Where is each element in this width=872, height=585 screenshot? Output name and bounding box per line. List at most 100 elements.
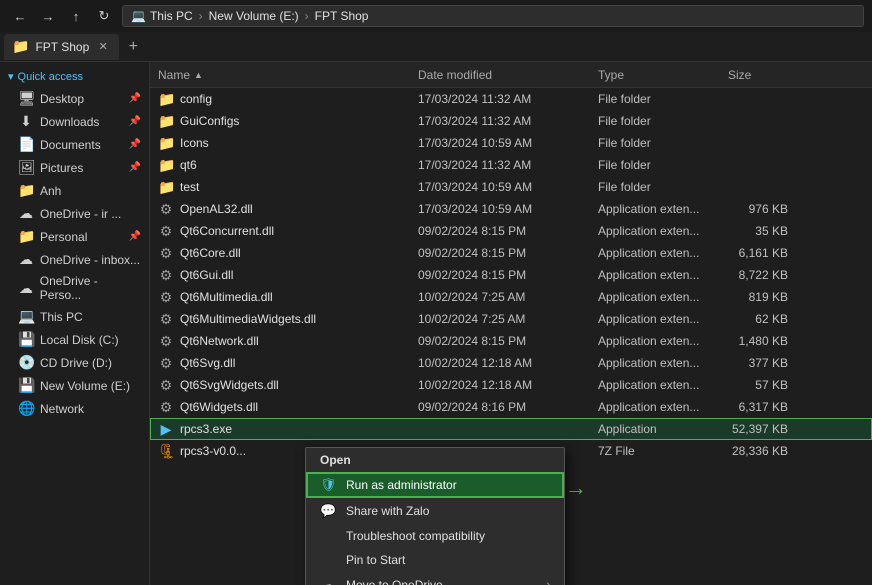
file-date: 17/03/2024 10:59 AM — [410, 180, 590, 194]
tab-bar: 📁 FPT Shop ✕ + — [0, 32, 872, 62]
pin-icon-per: 📌 — [129, 231, 141, 242]
up-button[interactable]: ↑ — [64, 4, 88, 28]
context-menu: Open 🛡 Run as administrator 💬 Share with… — [305, 447, 565, 585]
col-header-date[interactable]: Date modified — [410, 68, 590, 82]
sidebar-quickaccess[interactable]: ▾ Quick access — [0, 66, 149, 87]
new-tab-button[interactable]: + — [121, 35, 145, 59]
file-size: 6,317 KB — [720, 400, 800, 414]
sidebar-item-network[interactable]: 🌐 Network — [0, 397, 149, 420]
sidebar: ▾ Quick access 🖥 Desktop 📌 ⬇ Downloads 📌… — [0, 62, 150, 585]
table-row[interactable]: ⚙Qt6Concurrent.dll 09/02/2024 8:15 PM Ap… — [150, 220, 872, 242]
ctx-open-item[interactable]: Open — [306, 448, 564, 472]
tab-close-button[interactable]: ✕ — [95, 39, 111, 55]
file-date: 09/02/2024 8:16 PM — [410, 400, 590, 414]
thispc-icon: 💻 — [18, 308, 34, 325]
sidebar-item-personal[interactable]: 📁 Personal 📌 — [0, 225, 149, 248]
ctx-run-admin-item[interactable]: 🛡 Run as administrator — [306, 472, 564, 498]
file-date: 09/02/2024 8:15 PM — [410, 334, 590, 348]
table-row[interactable]: 📁GuiConfigs 17/03/2024 11:32 AM File fol… — [150, 110, 872, 132]
dll-icon: ⚙ — [158, 245, 174, 262]
ddrive-icon: 💿 — [18, 354, 34, 371]
col-date-label: Date modified — [418, 68, 492, 82]
sidebar-item-downloads[interactable]: ⬇ Downloads 📌 — [0, 110, 149, 133]
back-button[interactable]: ← — [8, 4, 32, 28]
sidebar-onedrive3-label: OneDrive - Perso... — [40, 274, 141, 302]
desktop-icon: 🖥 — [18, 90, 34, 107]
file-name: config — [180, 92, 212, 106]
file-size: 28,336 KB — [720, 444, 800, 458]
table-row[interactable]: ⚙Qt6MultimediaWidgets.dll 10/02/2024 7:2… — [150, 308, 872, 330]
address-sep-1: › — [199, 9, 203, 23]
sidebar-item-pictures[interactable]: 🖼 Pictures 📌 — [0, 156, 149, 179]
sidebar-item-onedrive3[interactable]: ☁ OneDrive - Perso... — [0, 271, 149, 305]
ctx-share-zalo-item[interactable]: 💬 Share with Zalo — [306, 498, 564, 524]
table-row[interactable]: 📁qt6 17/03/2024 11:32 AM File folder — [150, 154, 872, 176]
file-date: 17/03/2024 10:59 AM — [410, 136, 590, 150]
sidebar-item-documents[interactable]: 📄 Documents 📌 — [0, 133, 149, 156]
folder-icon: 📁 — [158, 135, 174, 152]
table-row[interactable]: ⚙Qt6Core.dll 09/02/2024 8:15 PM Applicat… — [150, 242, 872, 264]
pin-icon-dl: 📌 — [129, 116, 141, 127]
ctx-onedrive-item[interactable]: ☁ Move to OneDrive › — [306, 572, 564, 585]
ctx-share-label: Share with Zalo — [346, 504, 429, 518]
tab-fpt-shop[interactable]: 📁 FPT Shop ✕ — [4, 34, 119, 60]
sidebar-item-onedrive2[interactable]: ☁ OneDrive - inbox... — [0, 248, 149, 271]
sidebar-onedrive1-label: OneDrive - ir ... — [40, 207, 121, 221]
address-part-3: FPT Shop — [315, 9, 369, 23]
sidebar-item-edrive[interactable]: 💾 New Volume (E:) — [0, 374, 149, 397]
file-name: Qt6Network.dll — [180, 334, 259, 348]
table-row[interactable]: ⚙Qt6SvgWidgets.dll 10/02/2024 12:18 AM A… — [150, 374, 872, 396]
table-row[interactable]: ⚙OpenAL32.dll 17/03/2024 10:59 AM Applic… — [150, 198, 872, 220]
table-row[interactable]: ⚙Qt6Network.dll 09/02/2024 8:15 PM Appli… — [150, 330, 872, 352]
anh-icon: 📁 — [18, 182, 34, 199]
file-size: 52,397 KB — [720, 422, 800, 436]
file-name: Qt6Svg.dll — [180, 356, 235, 370]
file-name: Qt6SvgWidgets.dll — [180, 378, 279, 392]
col-header-type[interactable]: Type — [590, 68, 720, 82]
sidebar-downloads-label: Downloads — [40, 115, 99, 129]
address-icon: 💻 — [131, 9, 146, 23]
table-row[interactable]: 📁config 17/03/2024 11:32 AM File folder — [150, 88, 872, 110]
ctx-troubleshoot-item[interactable]: Troubleshoot compatibility — [306, 524, 564, 548]
sidebar-item-cdrive[interactable]: 💾 Local Disk (C:) — [0, 328, 149, 351]
rpcs3-exe-row[interactable]: ▶rpcs3.exe Application 52,397 KB — [150, 418, 872, 440]
pictures-icon: 🖼 — [18, 159, 34, 176]
file-size: 1,480 KB — [720, 334, 800, 348]
file-type: Application exten... — [590, 312, 720, 326]
sidebar-ddrive-label: CD Drive (D:) — [40, 356, 112, 370]
forward-button[interactable]: → — [36, 4, 60, 28]
folder-icon: 📁 — [158, 157, 174, 174]
col-header-size[interactable]: Size — [720, 68, 800, 82]
ctx-pin-start-item[interactable]: Pin to Start — [306, 548, 564, 572]
nav-buttons: ← → ↑ ↻ — [8, 4, 116, 28]
dll-icon: ⚙ — [158, 267, 174, 284]
table-row[interactable]: 📁test 17/03/2024 10:59 AM File folder — [150, 176, 872, 198]
downloads-icon: ⬇ — [18, 113, 34, 130]
table-row[interactable]: ⚙Qt6Multimedia.dll 10/02/2024 7:25 AM Ap… — [150, 286, 872, 308]
sidebar-item-anh[interactable]: 📁 Anh — [0, 179, 149, 202]
col-header-name[interactable]: Name ▲ — [150, 68, 410, 82]
sort-arrow: ▲ — [194, 70, 203, 80]
table-row[interactable]: ⚙Qt6Svg.dll 10/02/2024 12:18 AM Applicat… — [150, 352, 872, 374]
sidebar-item-thispc[interactable]: 💻 This PC — [0, 305, 149, 328]
ctx-pin-label: Pin to Start — [346, 553, 405, 567]
file-name: Qt6Multimedia.dll — [180, 290, 273, 304]
personal-icon: 📁 — [18, 228, 34, 245]
file-date: 09/02/2024 8:15 PM — [410, 246, 590, 260]
address-bar[interactable]: 💻 This PC › New Volume (E:) › FPT Shop — [122, 5, 864, 27]
address-sep-2: › — [305, 9, 309, 23]
table-row[interactable]: 📁Icons 17/03/2024 10:59 AM File folder — [150, 132, 872, 154]
file-date: 10/02/2024 12:18 AM — [410, 378, 590, 392]
table-row[interactable]: ⚙Qt6Gui.dll 09/02/2024 8:15 PM Applicati… — [150, 264, 872, 286]
chevron-icon: ▾ — [8, 70, 14, 83]
file-type: Application exten... — [590, 246, 720, 260]
share-icon: 💬 — [320, 503, 336, 519]
file-date: 17/03/2024 11:32 AM — [410, 158, 590, 172]
sidebar-item-ddrive[interactable]: 💿 CD Drive (D:) — [0, 351, 149, 374]
green-arrow-indicator: ← — [565, 475, 587, 501]
sidebar-item-desktop[interactable]: 🖥 Desktop 📌 — [0, 87, 149, 110]
sidebar-item-onedrive1[interactable]: ☁ OneDrive - ir ... — [0, 202, 149, 225]
refresh-button[interactable]: ↻ — [92, 4, 116, 28]
file-name: Qt6Gui.dll — [180, 268, 233, 282]
table-row[interactable]: ⚙Qt6Widgets.dll 09/02/2024 8:16 PM Appli… — [150, 396, 872, 418]
